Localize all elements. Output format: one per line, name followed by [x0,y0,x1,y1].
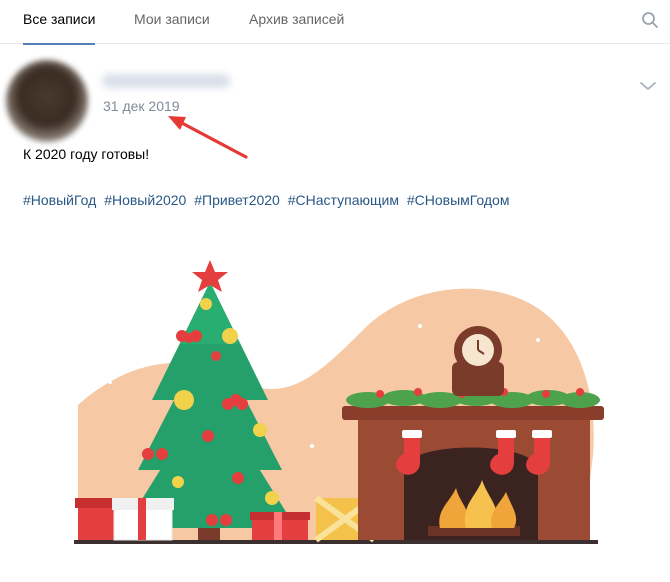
hashtag-link[interactable]: #НовыйГод [23,192,96,208]
avatar[interactable] [6,60,88,142]
tab-archive[interactable]: Архив записей [249,0,344,44]
post-text: К 2020 году готовы! [23,146,150,162]
post-image[interactable] [68,240,620,560]
tab-my-posts[interactable]: Мои записи [134,0,210,44]
author-name-blurred[interactable] [102,74,230,88]
tabs-bar: Все записи Мои записи Архив записей [0,0,670,45]
chevron-down-icon[interactable] [639,80,657,92]
search-icon[interactable] [640,10,660,30]
hashtag-link[interactable]: #Привет2020 [194,192,280,208]
hashtag-link[interactable]: #СНаступающим [288,192,399,208]
hashtags: #НовыйГод #Новый2020 #Привет2020 #СНасту… [23,192,513,208]
tab-all-posts[interactable]: Все записи [23,0,96,45]
hashtag-link[interactable]: #СНовымГодом [407,192,510,208]
hashtag-link[interactable]: #Новый2020 [104,192,186,208]
post-date[interactable]: 31 дек 2019 [103,98,180,114]
